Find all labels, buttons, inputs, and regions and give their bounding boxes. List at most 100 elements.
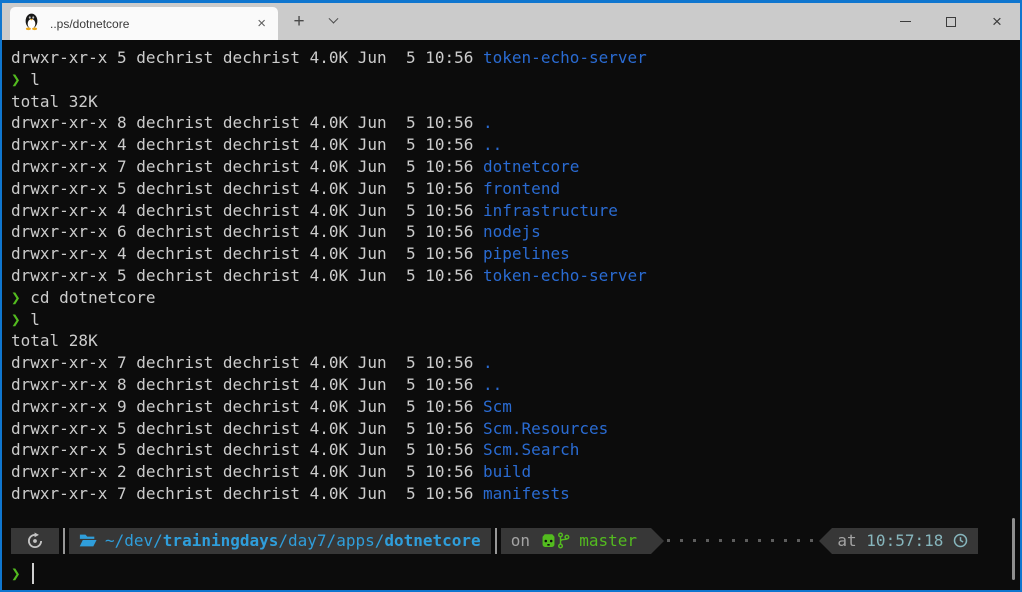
segment-separator bbox=[495, 528, 497, 554]
terminal-line: ❯ cd dotnetcore bbox=[11, 287, 1020, 309]
terminal-text: drwxr-xr-x 5 dechrist dechrist 4.0K Jun … bbox=[11, 419, 483, 438]
clock-time: 10:57:18 bbox=[866, 530, 953, 552]
directory-name: pipelines bbox=[483, 244, 570, 263]
terminal-line: drwxr-xr-x 6 dechrist dechrist 4.0K Jun … bbox=[11, 221, 1020, 243]
terminal-text: drwxr-xr-x 5 dechrist dechrist 4.0K Jun … bbox=[11, 266, 483, 285]
folder-icon bbox=[79, 533, 97, 548]
directory-name: Scm.Search bbox=[483, 440, 579, 459]
terminal-line: drwxr-xr-x 9 dechrist dechrist 4.0K Jun … bbox=[11, 396, 1020, 418]
terminal-window: ..ps/dotnetcore × + × drwxr-xr-x 5 dechr… bbox=[0, 0, 1022, 592]
directory-name: . bbox=[483, 353, 493, 372]
directory-name: nodejs bbox=[483, 222, 541, 241]
git-branch-icon bbox=[557, 532, 570, 549]
github-icon bbox=[540, 533, 557, 549]
prompt-chevron: ❯ bbox=[11, 563, 21, 585]
command-prompt-line[interactable]: ❯ bbox=[11, 563, 1020, 585]
terminal-text: drwxr-xr-x 6 dechrist dechrist 4.0K Jun … bbox=[11, 222, 483, 241]
terminal-line: drwxr-xr-x 5 dechrist dechrist 4.0K Jun … bbox=[11, 178, 1020, 200]
directory-name: token-echo-server bbox=[483, 266, 647, 285]
terminal-line: drwxr-xr-x 5 dechrist dechrist 4.0K Jun … bbox=[11, 418, 1020, 440]
terminal-text: drwxr-xr-x 5 dechrist dechrist 4.0K Jun … bbox=[11, 440, 483, 459]
terminal-screen[interactable]: drwxr-xr-x 5 dechrist dechrist 4.0K Jun … bbox=[2, 40, 1020, 590]
new-tab-button[interactable]: + bbox=[282, 3, 316, 40]
terminal-text: drwxr-xr-x 8 dechrist dechrist 4.0K Jun … bbox=[11, 113, 483, 132]
git-segment: on master bbox=[501, 528, 651, 554]
terminal-line: drwxr-xr-x 7 dechrist dechrist 4.0K Jun … bbox=[11, 156, 1020, 178]
terminal-line: drwxr-xr-x 5 dechrist dechrist 4.0K Jun … bbox=[11, 265, 1020, 287]
time-segment: at 10:57:18 bbox=[832, 528, 978, 554]
terminal-line: drwxr-xr-x 4 dechrist dechrist 4.0K Jun … bbox=[11, 134, 1020, 156]
close-icon: × bbox=[992, 13, 1002, 30]
circular-arrow-icon bbox=[26, 532, 44, 550]
path-segment: ~/dev/trainingdays/day7/apps/dotnetcore bbox=[69, 528, 491, 554]
chevron-down-icon bbox=[328, 14, 338, 24]
terminal-line: drwxr-xr-x 5 dechrist dechrist 4.0K Jun … bbox=[11, 439, 1020, 461]
os-segment bbox=[11, 528, 59, 554]
at-label: at bbox=[837, 530, 866, 552]
directory-name: . bbox=[483, 113, 493, 132]
terminal-text: drwxr-xr-x 5 dechrist dechrist 4.0K Jun … bbox=[11, 48, 483, 67]
terminal-text: total 28K bbox=[11, 331, 98, 350]
terminal-line: drwxr-xr-x 8 dechrist dechrist 4.0K Jun … bbox=[11, 374, 1020, 396]
terminal-output: drwxr-xr-x 5 dechrist dechrist 4.0K Jun … bbox=[11, 47, 1020, 505]
git-branch-name: master bbox=[570, 530, 647, 552]
on-label: on bbox=[511, 530, 540, 552]
tab-dropdown-button[interactable] bbox=[316, 3, 350, 40]
text-cursor bbox=[32, 563, 35, 584]
terminal-text: total 32K bbox=[11, 92, 98, 111]
terminal-text: drwxr-xr-x 4 dechrist dechrist 4.0K Jun … bbox=[11, 135, 483, 154]
current-path: ~/dev/trainingdays/day7/apps/dotnetcore bbox=[105, 530, 481, 552]
directory-name: .. bbox=[483, 375, 502, 394]
prompt-char: ❯ bbox=[11, 310, 30, 329]
powerline-arrow-left bbox=[819, 528, 832, 554]
tab-dotnetcore[interactable]: ..ps/dotnetcore × bbox=[10, 7, 278, 40]
terminal-text: drwxr-xr-x 9 dechrist dechrist 4.0K Jun … bbox=[11, 397, 483, 416]
prompt-char: ❯ bbox=[11, 288, 30, 307]
directory-name: build bbox=[483, 462, 531, 481]
directory-name: manifests bbox=[483, 484, 570, 503]
tab-bar: ..ps/dotnetcore × + × bbox=[2, 3, 1020, 40]
terminal-line: drwxr-xr-x 7 dechrist dechrist 4.0K Jun … bbox=[11, 483, 1020, 505]
terminal-line: total 32K bbox=[11, 91, 1020, 113]
terminal-line: drwxr-xr-x 5 dechrist dechrist 4.0K Jun … bbox=[11, 47, 1020, 69]
directory-name: Scm bbox=[483, 397, 512, 416]
terminal-line: ❯ l bbox=[11, 309, 1020, 331]
dotted-filler bbox=[667, 539, 817, 542]
directory-name: .. bbox=[483, 135, 502, 154]
directory-name: dotnetcore bbox=[483, 157, 579, 176]
close-button[interactable]: × bbox=[974, 3, 1020, 40]
minimize-icon bbox=[900, 21, 911, 23]
prompt-char: ❯ bbox=[11, 70, 30, 89]
terminal-line: drwxr-xr-x 4 dechrist dechrist 4.0K Jun … bbox=[11, 200, 1020, 222]
directory-name: token-echo-server bbox=[483, 48, 647, 67]
terminal-text: drwxr-xr-x 7 dechrist dechrist 4.0K Jun … bbox=[11, 484, 483, 503]
linux-tux-icon bbox=[23, 11, 40, 36]
terminal-text: drwxr-xr-x 4 dechrist dechrist 4.0K Jun … bbox=[11, 244, 483, 263]
scrollbar-thumb[interactable] bbox=[1012, 518, 1015, 580]
terminal-line: drwxr-xr-x 2 dechrist dechrist 4.0K Jun … bbox=[11, 461, 1020, 483]
terminal-line: drwxr-xr-x 7 dechrist dechrist 4.0K Jun … bbox=[11, 352, 1020, 374]
terminal-text: drwxr-xr-x 7 dechrist dechrist 4.0K Jun … bbox=[11, 353, 483, 372]
terminal-line: drwxr-xr-x 8 dechrist dechrist 4.0K Jun … bbox=[11, 112, 1020, 134]
terminal-line: total 28K bbox=[11, 330, 1020, 352]
tab-close-icon[interactable]: × bbox=[253, 15, 270, 32]
terminal-text: drwxr-xr-x 7 dechrist dechrist 4.0K Jun … bbox=[11, 157, 483, 176]
maximize-icon bbox=[946, 17, 956, 27]
maximize-button[interactable] bbox=[928, 3, 974, 40]
terminal-text: l bbox=[30, 70, 40, 89]
directory-name: Scm.Resources bbox=[483, 419, 608, 438]
tab-title: ..ps/dotnetcore bbox=[50, 17, 253, 31]
terminal-text: drwxr-xr-x 4 dechrist dechrist 4.0K Jun … bbox=[11, 201, 483, 220]
terminal-text: drwxr-xr-x 2 dechrist dechrist 4.0K Jun … bbox=[11, 462, 483, 481]
terminal-text: l bbox=[30, 310, 40, 329]
segment-separator bbox=[63, 528, 65, 554]
terminal-text: cd dotnetcore bbox=[30, 288, 155, 307]
minimize-button[interactable] bbox=[882, 3, 928, 40]
terminal-text: drwxr-xr-x 5 dechrist dechrist 4.0K Jun … bbox=[11, 179, 483, 198]
titlebar-drag-area bbox=[350, 3, 882, 40]
directory-name: infrastructure bbox=[483, 201, 618, 220]
powerline-arrow-right bbox=[651, 528, 664, 554]
clock-icon bbox=[953, 533, 968, 548]
terminal-text: drwxr-xr-x 8 dechrist dechrist 4.0K Jun … bbox=[11, 375, 483, 394]
prompt-status-bar: ~/dev/trainingdays/day7/apps/dotnetcore … bbox=[11, 528, 978, 554]
